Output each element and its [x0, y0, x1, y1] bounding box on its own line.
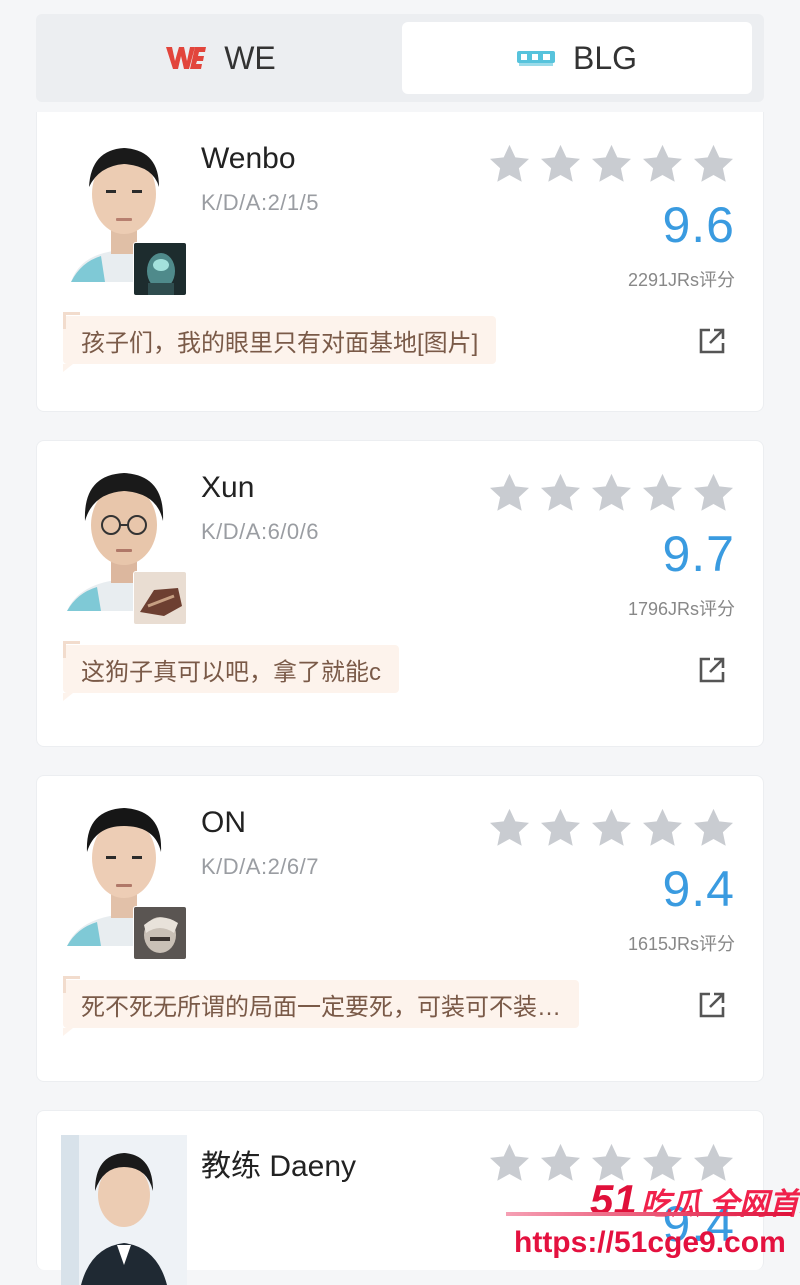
rating-stars[interactable] [487, 142, 736, 187]
star-icon[interactable] [538, 471, 583, 516]
we-logo-icon [166, 45, 207, 71]
star-icon[interactable] [487, 1141, 532, 1186]
blg-logo-icon [516, 48, 555, 68]
star-icon[interactable] [487, 142, 532, 187]
star-icon[interactable] [589, 471, 634, 516]
star-icon[interactable] [487, 806, 532, 851]
share-icon[interactable] [697, 990, 727, 1020]
player-name: Wenbo [201, 142, 296, 175]
star-icon[interactable] [640, 806, 685, 851]
player-avatar [61, 132, 187, 296]
player-card: 教练 Daeny 9.4 [36, 1110, 764, 1285]
star-icon[interactable] [691, 471, 736, 516]
player-score: 9.4 [662, 861, 735, 917]
rating-stars[interactable] [487, 1141, 736, 1186]
player-name: Xun [201, 471, 255, 504]
hero-thumbnail [133, 242, 187, 296]
player-avatar [61, 796, 187, 960]
star-icon[interactable] [691, 1141, 736, 1186]
player-card: Xun K/D/A:6/0/6 9.7 1796JRs评分 这狗子真可以吧，拿了… [36, 440, 764, 747]
player-card: Wenbo K/D/A:2/1/5 9.6 2291JRs评分 孩子们，我的眼里… [36, 112, 764, 412]
star-icon[interactable] [538, 806, 583, 851]
star-icon[interactable] [538, 1141, 583, 1186]
player-name: 教练 Daeny [201, 1150, 357, 1183]
tab-we-label: WE [224, 39, 276, 76]
rating-count: 1796JRs评分 [627, 599, 735, 619]
star-icon[interactable] [538, 142, 583, 187]
star-icon[interactable] [589, 1141, 634, 1186]
player-name: ON [201, 806, 246, 839]
star-icon[interactable] [640, 142, 685, 187]
rating-stars[interactable] [487, 471, 736, 516]
team-tabs: WE BLG [36, 14, 764, 102]
rating-count: 2291JRs评分 [627, 270, 735, 290]
top-comment[interactable]: 死不死无所谓的局面一定要死，可装可不装… [63, 976, 579, 1036]
tab-blg[interactable]: BLG [402, 22, 752, 94]
player-score: 9.7 [662, 526, 735, 582]
player-avatar [61, 461, 187, 625]
player-kda: K/D/A:6/0/6 [201, 519, 320, 544]
star-icon[interactable] [691, 806, 736, 851]
top-comment[interactable]: 孩子们，我的眼里只有对面基地[图片] [63, 312, 497, 372]
star-icon[interactable] [589, 806, 634, 851]
top-comment[interactable]: 这狗子真可以吧，拿了就能c [63, 641, 399, 701]
share-icon[interactable] [697, 326, 727, 356]
star-icon[interactable] [487, 471, 532, 516]
tab-blg-label: BLG [572, 39, 638, 76]
star-icon[interactable] [589, 142, 634, 187]
hero-thumbnail [133, 571, 187, 625]
star-icon[interactable] [640, 471, 685, 516]
share-icon[interactable] [697, 655, 727, 685]
star-icon[interactable] [691, 142, 736, 187]
player-score: 9.4 [662, 1196, 735, 1252]
rating-count: 1615JRs评分 [627, 934, 735, 954]
player-kda: K/D/A:2/1/5 [201, 190, 320, 215]
hero-thumbnail [133, 906, 187, 960]
star-icon[interactable] [640, 1141, 685, 1186]
rating-stars[interactable] [487, 806, 736, 851]
player-kda: K/D/A:2/6/7 [201, 854, 320, 879]
tab-we[interactable]: WE [46, 22, 396, 94]
player-card: ON K/D/A:2/6/7 9.4 1615JRs评分 死不死无所谓的局面一定… [36, 775, 764, 1082]
player-score: 9.6 [662, 197, 735, 253]
